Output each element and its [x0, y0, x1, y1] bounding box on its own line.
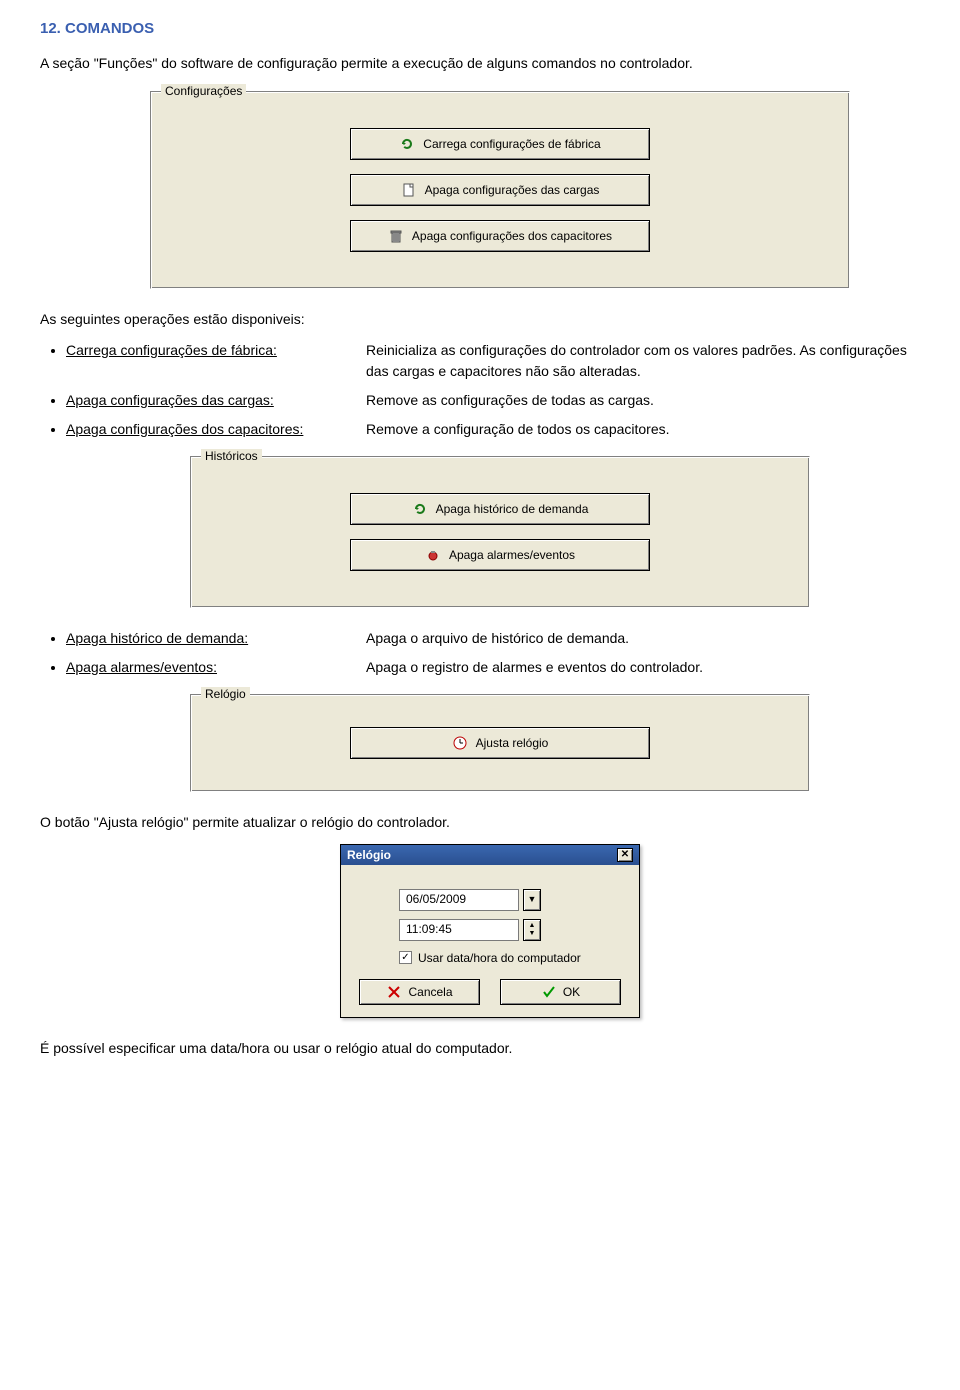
term: Carrega configurações de fábrica: — [66, 342, 277, 358]
term: Apaga histórico de demanda: — [66, 630, 248, 646]
desc: Remove a configuração de todos os capaci… — [366, 421, 670, 437]
time-input[interactable]: 11:09:45 — [399, 919, 519, 941]
clock-icon — [452, 735, 468, 751]
button-label: Apaga alarmes/eventos — [449, 548, 575, 562]
button-apaga-alarmes[interactable]: Apaga alarmes/eventos — [350, 539, 650, 571]
checkbox-label: Usar data/hora do computador — [418, 951, 581, 965]
footer-paragraph: É possível especificar uma data/hora ou … — [40, 1038, 920, 1058]
button-carrega-fabrica[interactable]: Carrega configurações de fábrica — [350, 128, 650, 160]
check-icon — [541, 984, 557, 1000]
desc: Apaga o registro de alarmes e eventos do… — [366, 659, 703, 675]
blank-doc-icon — [401, 182, 417, 198]
list-item: Apaga histórico de demanda: Apaga o arqu… — [66, 628, 920, 649]
date-field-row: 06/05/2009 ▼ — [399, 889, 621, 911]
time-field-row: 11:09:45 ▲ ▼ — [399, 919, 621, 941]
button-apaga-capacitores[interactable]: Apaga configurações dos capacitores — [350, 220, 650, 252]
fieldset-legend: Históricos — [201, 449, 262, 463]
chevron-up-icon: ▲ — [529, 922, 536, 930]
button-label: Ajusta relógio — [476, 736, 549, 750]
button-label: OK — [563, 985, 580, 999]
intro-paragraph: A seção "Funções" do software de configu… — [40, 53, 920, 73]
operations-list-2: Apaga histórico de demanda: Apaga o arqu… — [66, 628, 920, 678]
button-label: Carrega configurações de fábrica — [423, 137, 600, 151]
operations-list-1: Carrega configurações de fábrica: Reinic… — [66, 340, 920, 440]
section-title: 12. COMANDOS — [40, 20, 920, 37]
list-item: Apaga configurações das cargas: Remove a… — [66, 390, 920, 411]
close-icon[interactable]: ✕ — [617, 848, 633, 862]
refresh-icon — [399, 136, 415, 152]
desc: Apaga o arquivo de histórico de demanda. — [366, 630, 629, 646]
fieldset-historicos: Históricos Apaga histórico de demanda Ap… — [190, 456, 810, 608]
dropdown-button[interactable]: ▼ — [523, 889, 541, 911]
term: Apaga configurações das cargas: — [66, 392, 274, 408]
chevron-down-icon: ▼ — [529, 930, 536, 938]
button-ajusta-relogio[interactable]: Ajusta relógio — [350, 727, 650, 759]
button-label: Apaga configurações das cargas — [425, 183, 600, 197]
button-label: Apaga histórico de demanda — [436, 502, 589, 516]
list1-lead: As seguintes operações estão disponiveis… — [40, 309, 920, 329]
checkbox[interactable]: ✓ — [399, 951, 412, 964]
button-label: Apaga configurações dos capacitores — [412, 229, 612, 243]
list-item: Apaga configurações dos capacitores: Rem… — [66, 419, 920, 440]
list-item: Apaga alarmes/eventos: Apaga o registro … — [66, 657, 920, 678]
button-apaga-cargas[interactable]: Apaga configurações das cargas — [350, 174, 650, 206]
refresh-icon — [412, 501, 428, 517]
term: Apaga alarmes/eventos: — [66, 659, 217, 675]
term: Apaga configurações dos capacitores: — [66, 421, 303, 437]
ok-button[interactable]: OK — [500, 979, 621, 1005]
alarm-icon — [425, 547, 441, 563]
dialog-title: Relógio — [347, 848, 391, 862]
dialog-relogio: Relógio ✕ 06/05/2009 ▼ 11:09:45 ▲ ▼ ✓ Us… — [340, 844, 640, 1018]
list-item: Carrega configurações de fábrica: Reinic… — [66, 340, 920, 382]
fieldset-configuracoes: Configurações Carrega configurações de f… — [150, 91, 850, 289]
spinner-button[interactable]: ▲ ▼ — [523, 919, 541, 941]
fieldset-legend: Configurações — [161, 84, 246, 98]
clock-paragraph: O botão "Ajusta relógio" permite atualiz… — [40, 812, 920, 832]
dialog-titlebar: Relógio ✕ — [341, 845, 639, 865]
cancel-button[interactable]: Cancela — [359, 979, 480, 1005]
fieldset-legend: Relógio — [201, 687, 250, 701]
cross-icon — [386, 984, 402, 1000]
trash-icon — [388, 228, 404, 244]
checkbox-row[interactable]: ✓ Usar data/hora do computador — [399, 951, 621, 965]
button-label: Cancela — [408, 985, 452, 999]
fieldset-relogio: Relógio Ajusta relógio — [190, 694, 810, 792]
desc: Remove as configurações de todas as carg… — [366, 392, 654, 408]
date-input[interactable]: 06/05/2009 — [399, 889, 519, 911]
desc: Reinicializa as configurações do control… — [366, 342, 907, 379]
button-apaga-historico[interactable]: Apaga histórico de demanda — [350, 493, 650, 525]
